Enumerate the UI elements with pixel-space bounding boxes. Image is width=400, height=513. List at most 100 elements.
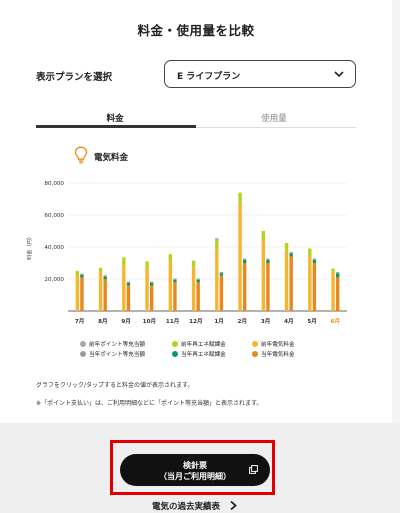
y-tick-label: 80,000 bbox=[44, 181, 64, 187]
x-tick-label: 6月 bbox=[331, 317, 341, 325]
meter-reading-button[interactable]: 検針票 （当月ご利用明細） bbox=[120, 454, 270, 486]
legend-swatch bbox=[172, 341, 178, 347]
meter-button-label: 検針票 bbox=[183, 461, 207, 470]
bar-segment bbox=[173, 282, 177, 311]
bar-segment bbox=[284, 250, 289, 311]
y-axis-title: 料金（円） bbox=[25, 234, 33, 260]
scrollbar[interactable] bbox=[392, 0, 400, 423]
bar-segment bbox=[126, 281, 131, 283]
tab-active-indicator bbox=[36, 125, 196, 128]
bar-segment bbox=[331, 271, 335, 311]
bar-segment bbox=[168, 254, 173, 262]
legend-swatch bbox=[80, 341, 86, 347]
legend-swatch bbox=[252, 351, 258, 357]
y-tick-label: 20,000 bbox=[44, 277, 64, 283]
bar-segment bbox=[261, 231, 266, 239]
x-tick-label: 5月 bbox=[307, 317, 317, 325]
legend-swatch bbox=[172, 351, 178, 357]
bar-segment bbox=[103, 276, 107, 279]
bar-segment bbox=[98, 272, 103, 311]
bar-segment bbox=[331, 268, 335, 272]
bar-segment bbox=[215, 238, 219, 241]
legend-label: 前年再エネ賦課金 bbox=[181, 342, 226, 348]
x-tick-label: 8月 bbox=[98, 317, 108, 325]
bar-segment bbox=[335, 273, 340, 278]
bar-segment bbox=[219, 273, 224, 276]
bar-segment bbox=[145, 267, 149, 311]
bar-segment bbox=[242, 259, 247, 263]
bar-segment bbox=[308, 255, 312, 311]
legend-label: 当年電気料金 bbox=[261, 352, 295, 358]
page-title: 料金・使用量を比較 bbox=[137, 23, 255, 38]
tab-usage[interactable]: 使用量 bbox=[214, 112, 334, 124]
chevron-right-icon[interactable] bbox=[229, 500, 238, 511]
bar-segment bbox=[242, 258, 247, 260]
chart-hint: グラフをクリック/タップすると料金の値が表示されます。 bbox=[36, 382, 194, 389]
bar-segment bbox=[145, 261, 149, 267]
bar-segment bbox=[215, 240, 219, 249]
plan-select-label: 表示プランを選択 bbox=[36, 72, 113, 83]
bar-segment bbox=[238, 203, 242, 311]
bar-segment bbox=[149, 283, 154, 286]
plan-select-value: E ライフプラン bbox=[177, 72, 241, 82]
bar-segment bbox=[289, 252, 293, 254]
bar-segment bbox=[80, 275, 84, 278]
x-tick-label: 11月 bbox=[166, 317, 179, 325]
bar-segment bbox=[266, 263, 270, 311]
bar-segment bbox=[98, 267, 103, 273]
bar-segment bbox=[261, 239, 266, 311]
legend-swatch bbox=[252, 341, 258, 347]
tab-fee[interactable]: 料金 bbox=[55, 112, 175, 124]
point-payment-note: ※「ポイント支払い」は、ご利用明細などに「ポイント等充当額」と表示されます。 bbox=[36, 400, 263, 407]
bar-segment bbox=[308, 248, 312, 255]
bar-segment bbox=[196, 279, 200, 283]
chevron-down-icon bbox=[334, 71, 344, 78]
bar-segment bbox=[289, 253, 293, 257]
bar-segment bbox=[126, 283, 131, 286]
legend-item: 前年電気料金 bbox=[252, 340, 295, 348]
bar-segment bbox=[191, 266, 196, 311]
meter-button-sublabel: （当月ご利用明細） bbox=[159, 472, 231, 481]
bar-segment bbox=[191, 260, 196, 267]
y-tick-label: 60,000 bbox=[44, 213, 64, 219]
bar-segment bbox=[80, 273, 84, 275]
legend-item: 前年再エネ賦課金 bbox=[172, 340, 226, 348]
external-link-icon bbox=[249, 465, 258, 474]
bar-segment bbox=[103, 279, 107, 311]
legend-item: 前年ポイント等充当額 bbox=[80, 340, 145, 348]
x-tick-label: 12月 bbox=[189, 317, 202, 325]
bar-segment bbox=[242, 263, 247, 311]
plan-select[interactable]: E ライフプラン bbox=[164, 60, 356, 88]
legend-item: 当年再エネ賦課金 bbox=[172, 350, 226, 358]
bar-segment bbox=[122, 264, 126, 311]
bar-segment bbox=[75, 275, 80, 311]
x-tick-label: 9月 bbox=[121, 317, 131, 325]
bar-segment bbox=[149, 285, 154, 311]
bar-segment bbox=[312, 259, 317, 263]
x-tick-label: 7月 bbox=[75, 317, 85, 325]
legend-swatch bbox=[80, 351, 86, 357]
bar-segment bbox=[215, 248, 219, 311]
x-tick-label: 10月 bbox=[143, 317, 156, 325]
x-tick-label: 2月 bbox=[238, 317, 248, 325]
bar-segment bbox=[103, 275, 107, 277]
bar-segment bbox=[335, 272, 340, 274]
bar-segment bbox=[75, 271, 80, 275]
bar-segment bbox=[196, 278, 200, 280]
y-tick-label: 40,000 bbox=[44, 245, 64, 251]
legend-label: 当年再エネ賦課金 bbox=[181, 352, 226, 358]
bar-segment bbox=[312, 263, 317, 311]
bar-segment bbox=[173, 278, 177, 280]
legend-label: 前年電気料金 bbox=[261, 342, 295, 348]
bar-segment bbox=[289, 256, 293, 311]
past-results-link[interactable]: 電気の過去実績表 bbox=[152, 500, 220, 512]
bar-segment bbox=[219, 275, 224, 311]
bar-segment bbox=[173, 279, 177, 283]
fee-bar-chart[interactable]: 20,000 40,000 60,000 80,000 料金（円） 7月 8月 9月 10月 11… bbox=[20, 172, 360, 337]
legend-item: 当年電気料金 bbox=[252, 350, 295, 358]
bar-segment bbox=[266, 258, 270, 260]
x-tick-label: 4月 bbox=[284, 317, 294, 325]
bar-segment bbox=[122, 257, 126, 265]
section-title: 電気料金 bbox=[94, 153, 129, 163]
legend-item: 当年ポイント等充当額 bbox=[80, 350, 145, 358]
